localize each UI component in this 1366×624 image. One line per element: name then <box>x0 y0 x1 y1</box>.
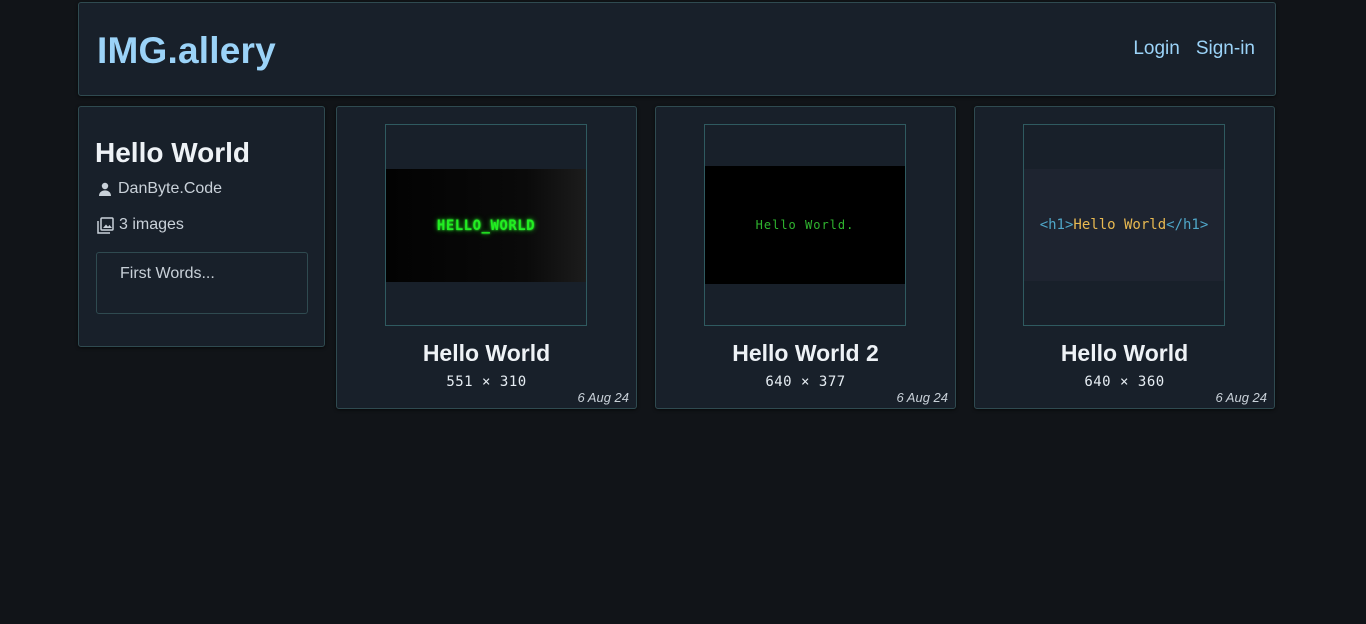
author-name[interactable]: DanByte.Code <box>118 180 222 198</box>
image-thumbnail[interactable]: Hello World. <box>705 166 905 284</box>
thumbnail-text: Hello World. <box>755 218 855 232</box>
image-date: 6 Aug 24 <box>1215 390 1267 405</box>
login-link[interactable]: Login <box>1133 38 1180 60</box>
image-thumbnail-frame: <h1>Hello World</h1> <box>1023 124 1225 326</box>
image-card[interactable]: Hello World. Hello World 2 640 × 377 6 A… <box>655 106 956 409</box>
image-thumbnail[interactable]: <h1>Hello World</h1> <box>1024 169 1224 281</box>
image-title: Hello World <box>1060 340 1189 366</box>
person-icon <box>97 181 113 197</box>
image-thumbnail-frame: HELLO_WORLD <box>385 124 587 326</box>
thumbnail-tag-open: <h1> <box>1039 217 1074 233</box>
image-thumbnail-frame: Hello World. <box>704 124 906 326</box>
album-info-panel: Hello World DanByte.Code 3 images First … <box>78 106 325 347</box>
album-image-count: 3 images <box>97 216 184 234</box>
image-count-text: 3 images <box>119 216 184 233</box>
images-icon <box>97 216 114 234</box>
image-card[interactable]: HELLO_WORLD Hello World 551 × 310 6 Aug … <box>336 106 637 409</box>
signin-link[interactable]: Sign-in <box>1196 38 1255 60</box>
site-logo[interactable]: IMG.allery <box>97 30 276 72</box>
image-card[interactable]: <h1>Hello World</h1> Hello World 640 × 3… <box>974 106 1275 409</box>
album-title: Hello World <box>95 137 251 168</box>
image-title: Hello World 2 <box>732 340 879 366</box>
top-nav: Login Sign-in <box>1133 38 1255 60</box>
image-dimensions: 551 × 310 <box>446 374 527 390</box>
image-date: 6 Aug 24 <box>896 390 948 405</box>
thumbnail-tag-close: </h1> <box>1166 217 1209 233</box>
album-author: DanByte.Code <box>97 180 222 198</box>
image-date: 6 Aug 24 <box>577 390 629 405</box>
image-dimensions: 640 × 360 <box>1084 374 1165 390</box>
album-description: First Words... <box>96 252 308 314</box>
album-description-text: First Words... <box>120 265 215 282</box>
thumbnail-text: HELLO_WORLD <box>436 217 536 234</box>
site-header: IMG.allery Login Sign-in <box>78 2 1276 96</box>
image-dimensions: 640 × 377 <box>765 374 846 390</box>
thumbnail-text: <h1>Hello World</h1> <box>1024 217 1224 233</box>
thumbnail-code-text: Hello World <box>1073 217 1167 233</box>
image-thumbnail[interactable]: HELLO_WORLD <box>386 169 586 282</box>
image-title: Hello World <box>422 340 551 366</box>
